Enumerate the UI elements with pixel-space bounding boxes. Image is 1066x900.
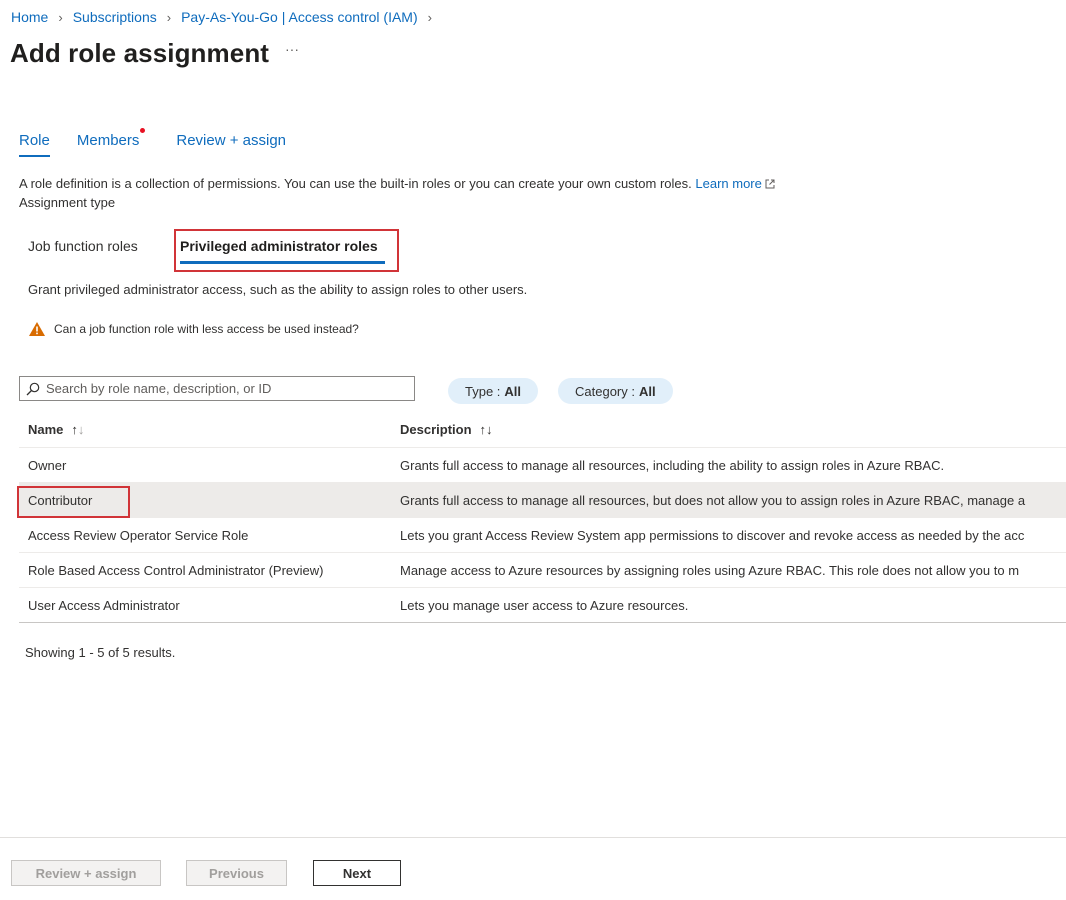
external-link-icon <box>765 179 775 189</box>
category-filter-pill[interactable]: Category : All <box>558 378 673 404</box>
intro-text: A role definition is a collection of per… <box>19 176 692 191</box>
category-filter-value: All <box>638 383 656 399</box>
breadcrumb-access-control[interactable]: Pay-As-You-Go | Access control (IAM) <box>181 9 418 25</box>
review-assign-button[interactable]: Review + assign <box>11 860 161 886</box>
search-input[interactable] <box>46 381 396 396</box>
table-row[interactable]: Contributor Grants full access to manage… <box>19 483 1066 518</box>
assignment-type-label: Assignment type <box>19 195 116 210</box>
table-row[interactable]: Role Based Access Control Administrator … <box>19 553 1066 588</box>
breadcrumb-subscriptions[interactable]: Subscriptions <box>73 9 157 25</box>
description-header-label: Description <box>400 422 472 437</box>
name-column-header[interactable]: Name ↑↓ <box>28 422 84 437</box>
role-name: Role Based Access Control Administrator … <box>28 562 324 578</box>
tab-privileged-admin-roles[interactable]: Privileged administrator roles <box>180 238 378 254</box>
chevron-right-icon: › <box>58 9 63 25</box>
active-tab-indicator <box>180 261 385 264</box>
role-name: Access Review Operator Service Role <box>28 527 249 543</box>
results-count: Showing 1 - 5 of 5 results. <box>25 645 176 660</box>
learn-more-label: Learn more <box>695 176 762 191</box>
role-search-box <box>19 376 415 401</box>
breadcrumb: Home › Subscriptions › Pay-As-You-Go | A… <box>11 9 442 25</box>
previous-button[interactable]: Previous <box>186 860 287 886</box>
type-filter-pill[interactable]: Type : All <box>448 378 539 404</box>
role-description: Lets you grant Access Review System app … <box>400 527 1025 543</box>
more-options-icon[interactable]: ··· <box>285 41 299 57</box>
role-definition-intro: A role definition is a collection of per… <box>19 176 775 191</box>
name-header-label: Name <box>28 422 64 437</box>
chevron-right-icon: › <box>166 9 172 25</box>
role-description: Grants full access to manage all resourc… <box>400 492 1026 508</box>
warning-text: Can a job function role with less access… <box>54 322 359 336</box>
table-row[interactable]: Access Review Operator Service Role Lets… <box>19 518 1066 553</box>
role-description: Grants full access to manage all resourc… <box>400 457 945 473</box>
grant-description: Grant privileged administrator access, s… <box>28 282 528 297</box>
role-name: Owner <box>28 457 67 473</box>
footer-divider <box>0 837 1066 838</box>
role-description: Manage access to Azure resources by assi… <box>400 562 1020 578</box>
next-button[interactable]: Next <box>313 860 401 886</box>
table-row[interactable]: User Access Administrator Lets you manag… <box>19 588 1066 623</box>
type-filter-label: Type : <box>465 383 501 399</box>
role-name: User Access Administrator <box>28 597 180 613</box>
roles-table: Name ↑↓ Description ↑↓ Owner Grants full a… <box>19 412 1066 623</box>
required-dot-icon <box>140 128 146 133</box>
table-header: Name ↑↓ Description ↑↓ <box>19 412 1066 448</box>
tab-review-assign[interactable]: Review + assign <box>176 132 286 157</box>
learn-more-link[interactable]: Learn more <box>695 176 775 191</box>
tab-job-function-roles[interactable]: Job function roles <box>28 238 138 254</box>
tab-members-label: Members <box>76 132 140 149</box>
sort-icon: ↑↓ <box>479 422 493 437</box>
type-filter-value: All <box>504 383 522 399</box>
page-title: Add role assignment <box>10 38 270 68</box>
table-row[interactable]: Owner Grants full access to manage all r… <box>19 448 1066 483</box>
description-column-header[interactable]: Description ↑↓ <box>400 422 493 437</box>
role-description: Lets you manage user access to Azure res… <box>400 597 689 613</box>
search-icon <box>26 382 40 395</box>
sort-icon: ↑↓ <box>71 422 85 437</box>
highlight-box <box>17 486 130 518</box>
warning-icon <box>29 322 45 336</box>
tab-members[interactable]: Members <box>76 128 146 157</box>
breadcrumb-home[interactable]: Home <box>11 9 48 25</box>
tab-role[interactable]: Role <box>19 132 50 157</box>
wizard-tabs: Role Members Review + assign <box>19 128 286 157</box>
chevron-right-icon: › <box>427 9 432 25</box>
category-filter-label: Category : <box>575 383 635 399</box>
warning-message: Can a job function role with less access… <box>28 321 359 337</box>
